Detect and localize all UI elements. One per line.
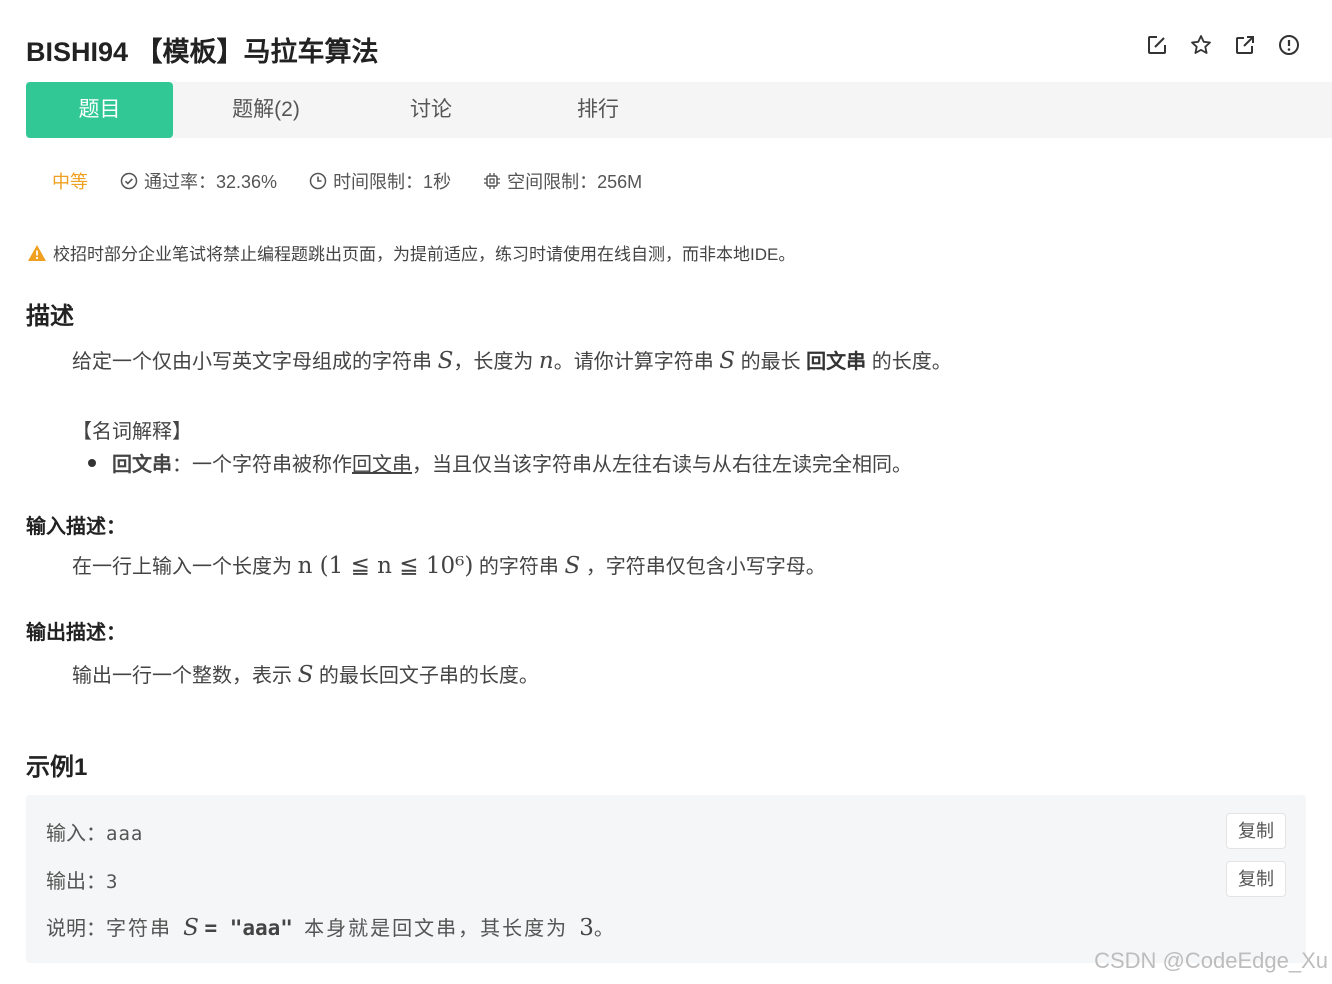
var-s: S bbox=[183, 915, 199, 941]
palindrome-bold: 回文串 bbox=[806, 351, 867, 373]
time-limit: 时间限制：1秒 bbox=[309, 168, 451, 194]
example-output-label: 输出： bbox=[46, 871, 106, 893]
output-desc-part: 输出一行一个整数，表示 bbox=[72, 665, 292, 687]
warning-icon bbox=[28, 244, 46, 261]
tab-discussion[interactable]: 讨论 bbox=[381, 82, 481, 138]
var-s: S bbox=[564, 553, 581, 579]
star-icon[interactable] bbox=[1190, 34, 1212, 56]
example-explain-text: 本身就是回文串，其长度为 bbox=[304, 918, 569, 940]
example-output-value: 3 bbox=[106, 871, 119, 893]
example-explain-end: 。 bbox=[593, 918, 614, 940]
output-desc-text: 输出一行一个整数，表示 S 的最长回文子串的长度。 bbox=[72, 659, 539, 688]
desc-part: ，长度为 bbox=[453, 351, 534, 373]
glossary-term: 回文串 bbox=[112, 454, 172, 476]
output-desc-heading: 输出描述： bbox=[26, 622, 126, 644]
copy-input-button[interactable]: 复制 bbox=[1226, 813, 1286, 849]
example-input-value: aaa bbox=[106, 823, 144, 845]
input-desc-part: 的字符串 bbox=[478, 556, 559, 578]
glossary-link[interactable]: 回文串 bbox=[352, 448, 412, 477]
description-text: 给定一个仅由小写英文字母组成的字符串 S，长度为 n。请你计算字符串 S 的最长… bbox=[72, 345, 952, 374]
var-s: S bbox=[437, 348, 454, 374]
glossary-text: ：一个字符串被称作 bbox=[172, 454, 352, 476]
desc-part: 。请你计算字符串 bbox=[553, 351, 714, 373]
desc-part: 的最长 bbox=[740, 351, 801, 373]
tab-bar: 题目 题解(2) 讨论 排行 bbox=[26, 82, 1332, 138]
input-constraint-math: n (1 ≦ n ≦ 10⁶) bbox=[297, 553, 474, 579]
notice-text: 校招时部分企业笔试将禁止编程题跳出页面，为提前适应，练习时请使用在线自测，而非本… bbox=[53, 245, 796, 264]
desc-part: 给定一个仅由小写英文字母组成的字符串 bbox=[72, 351, 432, 373]
watermark: CSDN @CodeEdge_Xu bbox=[1094, 948, 1328, 973]
glossary-title: 【名词解释】 bbox=[72, 421, 192, 443]
example-explain-eq: = "aaa" bbox=[204, 916, 293, 940]
example-input-row: 输入： aaa bbox=[46, 817, 143, 846]
tab-solutions[interactable]: 题解(2) bbox=[216, 82, 316, 138]
example-explain-text: 字符串 bbox=[106, 918, 172, 940]
example-output-row: 输出： 3 bbox=[46, 865, 118, 894]
pass-rate-text: 通过率：32.36% bbox=[144, 172, 278, 192]
glossary-item: 回文串 ：一个字符串被称作 回文串 ，当且仅当该字符串从左往右读与从右往左读完全相同。 bbox=[88, 448, 912, 477]
warning-notice: 校招时部分企业笔试将禁止编程题跳出页面，为提前适应，练习时请使用在线自测，而非本… bbox=[27, 240, 795, 265]
copy-output-button[interactable]: 复制 bbox=[1226, 861, 1286, 897]
input-desc-text: 在一行上输入一个长度为 n (1 ≦ n ≦ 10⁶) 的字符串 S ，字符串仅… bbox=[72, 550, 826, 579]
glossary-text: ，当且仅当该字符串从左往右读与从右往左读完全相同。 bbox=[412, 454, 912, 476]
input-desc-heading: 输入描述： bbox=[26, 516, 126, 538]
space-limit: 空间限制：256M bbox=[483, 168, 642, 194]
header-actions bbox=[1146, 34, 1300, 56]
example-box: 输入： aaa 复制 输出： 3 复制 说明： 字符串 S = "aaa" 本身… bbox=[26, 795, 1306, 963]
output-desc-part: 的最长回文子串的长度。 bbox=[318, 665, 539, 687]
var-s: S bbox=[297, 662, 314, 688]
example-explain-num: 3 bbox=[579, 915, 594, 941]
report-icon[interactable] bbox=[1278, 34, 1300, 56]
tab-problem[interactable]: 题目 bbox=[26, 82, 173, 138]
problem-meta: 中等 通过率：32.36% 时间限制：1秒 空间限制：256M bbox=[52, 168, 674, 194]
check-circle-icon bbox=[120, 172, 138, 190]
chip-icon bbox=[484, 173, 501, 189]
clock-icon bbox=[309, 172, 327, 190]
input-desc-part: ，字符串仅包含小写字母。 bbox=[585, 556, 826, 578]
input-desc-part: 在一行上输入一个长度为 bbox=[72, 556, 292, 578]
var-n: n bbox=[538, 348, 554, 374]
space-limit-text: 空间限制：256M bbox=[507, 172, 643, 192]
example-input-label: 输入： bbox=[46, 823, 106, 845]
bullet-dot bbox=[88, 458, 96, 467]
example-heading: 示例1 bbox=[26, 754, 88, 781]
time-limit-text: 时间限制：1秒 bbox=[333, 172, 452, 192]
example-explain-label: 说明： bbox=[46, 918, 106, 940]
page-header: BISHI94 【模板】马拉车算法 bbox=[0, 0, 1332, 82]
difficulty-badge: 中等 bbox=[52, 172, 88, 192]
edit-icon[interactable] bbox=[1146, 34, 1168, 56]
example-explain-row: 说明： 字符串 S = "aaa" 本身就是回文串，其长度为 3。 bbox=[46, 912, 614, 941]
pass-rate: 通过率：32.36% bbox=[120, 168, 277, 194]
external-link-icon[interactable] bbox=[1234, 34, 1256, 56]
desc-part: 的长度。 bbox=[871, 351, 952, 373]
tab-ranking[interactable]: 排行 bbox=[548, 82, 648, 138]
description-heading: 描述 bbox=[26, 303, 74, 330]
var-s: S bbox=[719, 348, 736, 374]
problem-title: BISHI94 【模板】马拉车算法 bbox=[26, 37, 379, 67]
